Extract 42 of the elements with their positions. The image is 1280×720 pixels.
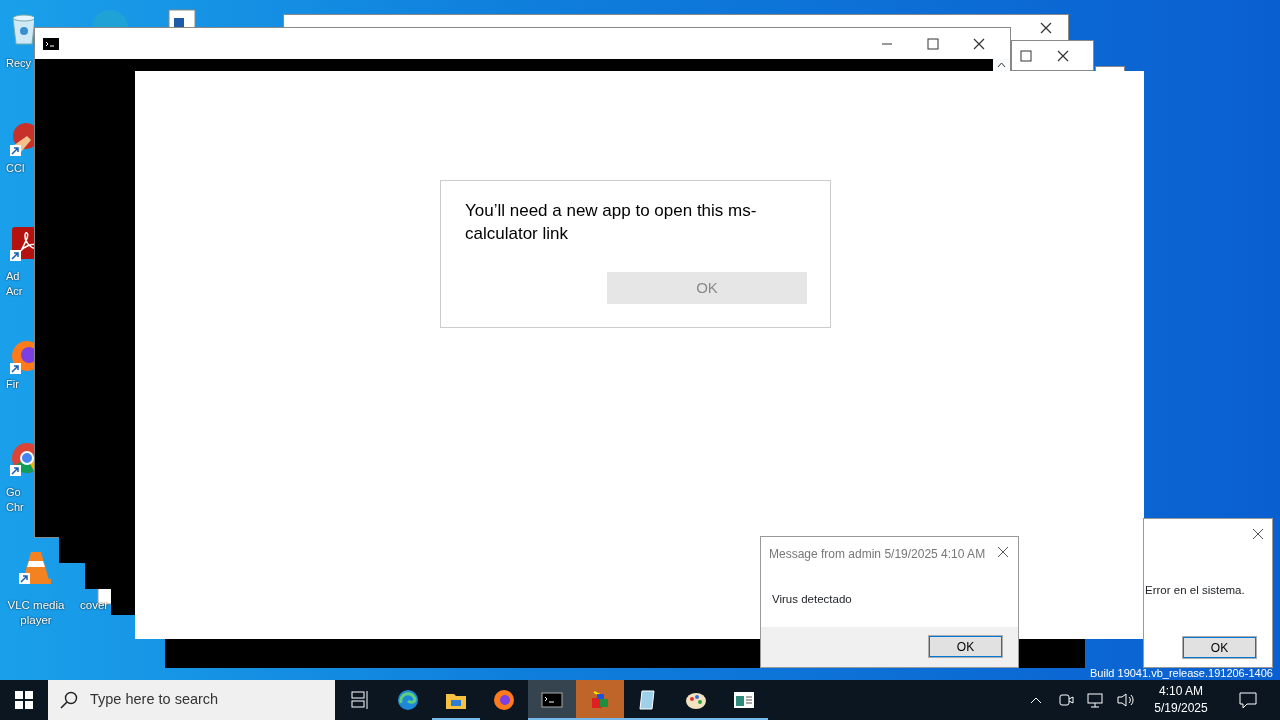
clock-date: 5/19/2025 [1154,700,1208,717]
speaker-icon [1117,692,1135,708]
desktop-icon-label[interactable]: VLC media player [3,598,69,628]
notification-icon [1239,691,1257,709]
camera-icon [1058,692,1074,708]
desktop-icon-label[interactable]: Ad Acr [6,269,33,299]
task-view-icon [349,689,371,711]
search-box[interactable]: Type here to search [48,680,335,720]
recycle-bin-icon [9,12,34,48]
ok-button[interactable]: OK [1182,636,1257,659]
network-icon [1087,692,1105,708]
search-icon [60,691,78,709]
console-icon [43,37,59,50]
close-icon [973,37,985,50]
close-icon [1252,528,1264,540]
maximize-icon [1020,50,1032,62]
console-icon [541,689,563,711]
window-icon [733,689,755,711]
dialog-title: Message from admin 5/19/2025 4:10 AM [769,546,986,563]
dialog-message: Virus detectado [772,592,852,607]
close-icon [1057,50,1069,62]
chevron-up-icon [1030,696,1042,704]
clock-time: 4:10 AM [1159,683,1203,700]
scrollbar[interactable] [993,59,1010,71]
ok-button[interactable]: OK [928,635,1003,658]
dialog-message: Error en el sistema. [1145,583,1245,598]
desktop-icon-label[interactable]: CCl [6,161,33,176]
desktop-icon-label[interactable]: cover [80,598,114,613]
build-text: Build 19041.vb_release.191206-1406 [1090,666,1273,681]
taskbar-button[interactable] [528,680,576,720]
cube-icon [589,689,611,711]
clock[interactable]: 4:10 AM 5/19/2025 [1144,680,1218,720]
desktop-icon-label[interactable]: Go Chr [6,485,33,515]
search-placeholder: Type here to search [90,690,219,710]
desktop-icon-label[interactable]: Recy [6,56,33,71]
close-icon [997,546,1009,558]
globe-icon [493,689,515,711]
dialog-message: You’ll need a new app to open this ms-calculator link [465,200,758,245]
close-icon [1040,21,1052,34]
maximize-icon [927,37,939,50]
desktop-icon-label[interactable]: Fir [6,377,33,392]
windows-logo-icon [15,691,33,709]
